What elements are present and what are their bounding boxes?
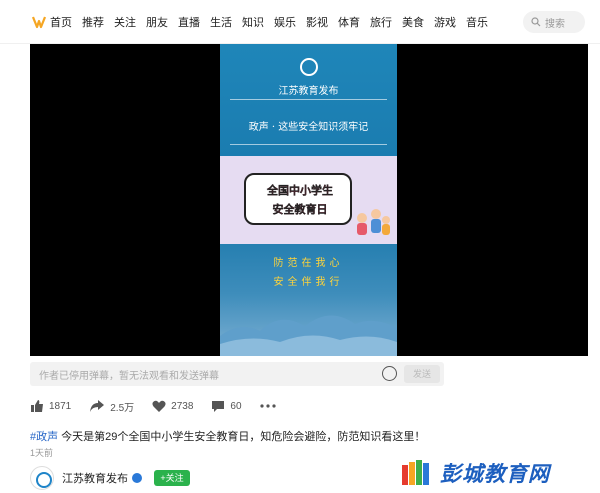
org-logo-icon xyxy=(300,58,318,76)
nav-item-food[interactable]: 美食 xyxy=(402,14,424,30)
search-icon xyxy=(531,17,541,27)
more-dots-icon xyxy=(259,404,276,408)
speech-bubble: 全国中小学生 安全教育日 xyxy=(244,173,352,225)
divider xyxy=(230,144,387,145)
author-row: 江苏教育发布 +关注 xyxy=(30,466,190,490)
poster-banner: 全国中小学生 安全教育日 xyxy=(220,156,397,244)
follow-button[interactable]: +关注 xyxy=(154,470,190,486)
nav-item-life[interactable]: 生活 xyxy=(210,14,232,30)
top-navigation: 首页 推荐 关注 朋友 直播 生活 知识 娱乐 影视 体育 旅行 美食 游戏 音… xyxy=(0,0,600,44)
danmu-bar: 作者已停用弹幕，暂无法观看和发送弹幕 发送 xyxy=(30,362,444,386)
hashtag-link[interactable]: #政声 xyxy=(30,431,58,443)
watermark-text: 彭城教育网 xyxy=(440,463,550,486)
action-bar: 1871 2.5万 2738 60 xyxy=(30,397,299,415)
nav-item-knowledge[interactable]: 知识 xyxy=(242,14,264,30)
more-button[interactable] xyxy=(259,404,281,408)
nav-item-travel[interactable]: 旅行 xyxy=(370,14,392,30)
send-button[interactable]: 发送 xyxy=(404,365,440,383)
slogan-2: 安全伴我行 xyxy=(273,277,344,288)
comment-icon xyxy=(212,401,225,412)
favorite-button[interactable]: 2738 xyxy=(152,400,193,413)
nav-item-film[interactable]: 影视 xyxy=(306,14,328,30)
nav-item-sports[interactable]: 体育 xyxy=(338,14,360,30)
app-logo-icon[interactable] xyxy=(32,15,46,29)
thumbs-up-icon xyxy=(31,400,43,412)
nav-item-music[interactable]: 音乐 xyxy=(466,14,488,30)
post-time: 1天前 xyxy=(30,448,54,458)
poster-org-name: 江苏教育发布 xyxy=(278,86,339,97)
like-button[interactable]: 1871 xyxy=(30,399,71,413)
share-button[interactable]: 2.5万 xyxy=(89,399,134,414)
watermark: 彭城教育网 xyxy=(400,458,550,488)
nav-item-friends[interactable]: 朋友 xyxy=(146,14,168,30)
banner-line-1: 全国中小学生 xyxy=(267,185,333,197)
avatar[interactable] xyxy=(30,466,54,490)
nav-items: 首页 推荐 关注 朋友 直播 生活 知识 娱乐 影视 体育 旅行 美食 游戏 音… xyxy=(50,14,498,30)
book-logo-icon xyxy=(402,460,429,485)
nav-item-live[interactable]: 直播 xyxy=(178,14,200,30)
favorite-count: 2738 xyxy=(171,400,194,412)
banner-line-2: 安全教育日 xyxy=(272,204,328,216)
verified-badge-icon xyxy=(132,473,142,483)
danmu-input[interactable]: 作者已停用弹幕，暂无法观看和发送弹幕 xyxy=(39,367,219,382)
comment-count: 60 xyxy=(230,400,242,412)
search-box[interactable]: 搜索 xyxy=(523,11,585,33)
like-count: 1871 xyxy=(49,400,72,412)
comment-button[interactable]: 60 xyxy=(211,399,242,413)
mountain-decoration xyxy=(220,315,397,356)
heart-icon xyxy=(152,400,166,412)
author-name[interactable]: 江苏教育发布 xyxy=(62,470,128,486)
divider xyxy=(230,99,387,100)
nav-item-games[interactable]: 游戏 xyxy=(434,14,456,30)
share-count: 2.5万 xyxy=(110,402,135,414)
nav-item-home[interactable]: 首页 xyxy=(50,14,72,30)
emoji-icon[interactable] xyxy=(382,366,397,381)
nav-item-entertainment[interactable]: 娱乐 xyxy=(274,14,296,30)
nav-item-following[interactable]: 关注 xyxy=(114,14,136,30)
video-poster: 江苏教育发布 政声 · 这些安全知识须牢记 全国中小学生 安全教育日 防范在我心… xyxy=(220,44,397,356)
nav-item-recommend[interactable]: 推荐 xyxy=(82,14,104,30)
poster-headline: 政声 · 这些安全知识须牢记 xyxy=(248,122,369,133)
slogan-1: 防范在我心 xyxy=(273,258,344,269)
children-illustration-icon xyxy=(357,209,390,235)
video-player[interactable]: 江苏教育发布 政声 · 这些安全知识须牢记 全国中小学生 安全教育日 防范在我心… xyxy=(30,44,588,356)
post-caption: #政声 今天是第29个全国中小学生安全教育日，知危险会避险，防范知识看这里！ xyxy=(30,428,425,444)
post-text: 今天是第29个全国中小学生安全教育日，知危险会避险，防范知识看这里！ xyxy=(58,431,426,443)
share-arrow-icon xyxy=(90,400,105,412)
search-placeholder: 搜索 xyxy=(545,18,565,30)
